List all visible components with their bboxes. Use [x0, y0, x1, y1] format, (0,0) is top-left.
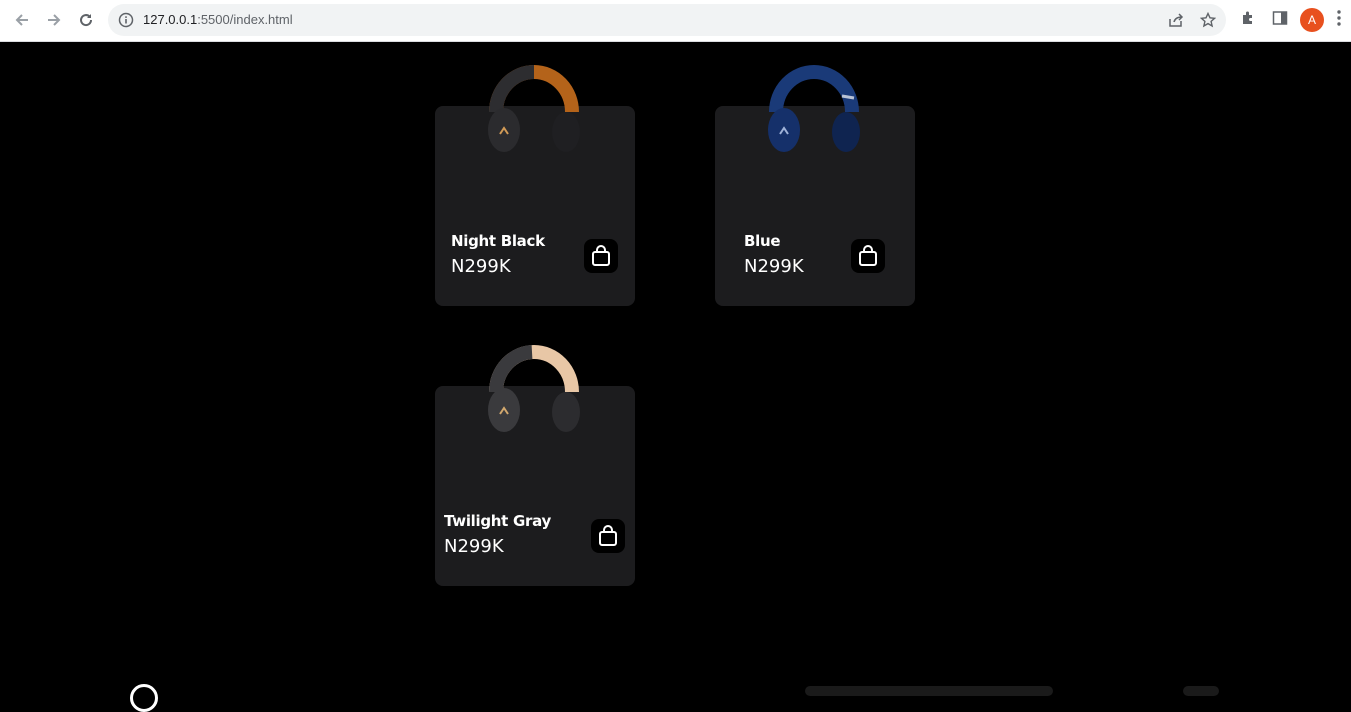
more-vert-icon[interactable]	[1337, 10, 1341, 26]
footer-input[interactable]	[805, 686, 1053, 696]
shopping-bag-icon	[599, 525, 617, 546]
headphones-blue-image	[768, 65, 860, 152]
product-grid	[0, 42, 1351, 691]
side-panel-icon[interactable]	[1272, 10, 1288, 26]
extensions-icon[interactable]	[1240, 10, 1256, 26]
shopping-bag-icon	[592, 245, 610, 266]
url-path: :5500/index.html	[197, 12, 293, 27]
profile-avatar[interactable]: A	[1300, 8, 1324, 32]
footer-logo-icon	[130, 684, 158, 712]
product-name: Night Black	[451, 232, 545, 250]
headphones-night-black-image	[488, 65, 580, 152]
add-to-cart-button[interactable]	[584, 239, 618, 273]
browser-toolbar: 127.0.0.1:5500/index.html A	[0, 0, 1351, 42]
headphones-twilight-gray-image	[488, 345, 580, 432]
back-button[interactable]	[10, 8, 34, 32]
arrow-left-icon	[15, 14, 28, 26]
forward-button[interactable]	[42, 8, 66, 32]
address-bar[interactable]: 127.0.0.1:5500/index.html	[108, 4, 1226, 36]
footer-button[interactable]	[1183, 686, 1219, 696]
share-icon[interactable]	[1168, 12, 1184, 28]
product-price: N299K	[444, 536, 504, 557]
info-icon[interactable]	[118, 12, 134, 28]
shopping-bag-icon	[859, 245, 877, 266]
product-name: Blue	[744, 232, 781, 250]
product-price: N299K	[744, 256, 804, 277]
product-name: Twilight Gray	[444, 512, 551, 530]
url-text[interactable]: 127.0.0.1:5500/index.html	[143, 12, 293, 27]
add-to-cart-button[interactable]	[591, 519, 625, 553]
reload-button[interactable]	[74, 8, 98, 32]
reload-icon	[80, 14, 93, 27]
bookmark-star-icon[interactable]	[1200, 12, 1216, 28]
arrow-right-icon	[48, 14, 61, 26]
add-to-cart-button[interactable]	[851, 239, 885, 273]
url-host: 127.0.0.1	[143, 12, 198, 27]
product-price: N299K	[451, 256, 511, 277]
